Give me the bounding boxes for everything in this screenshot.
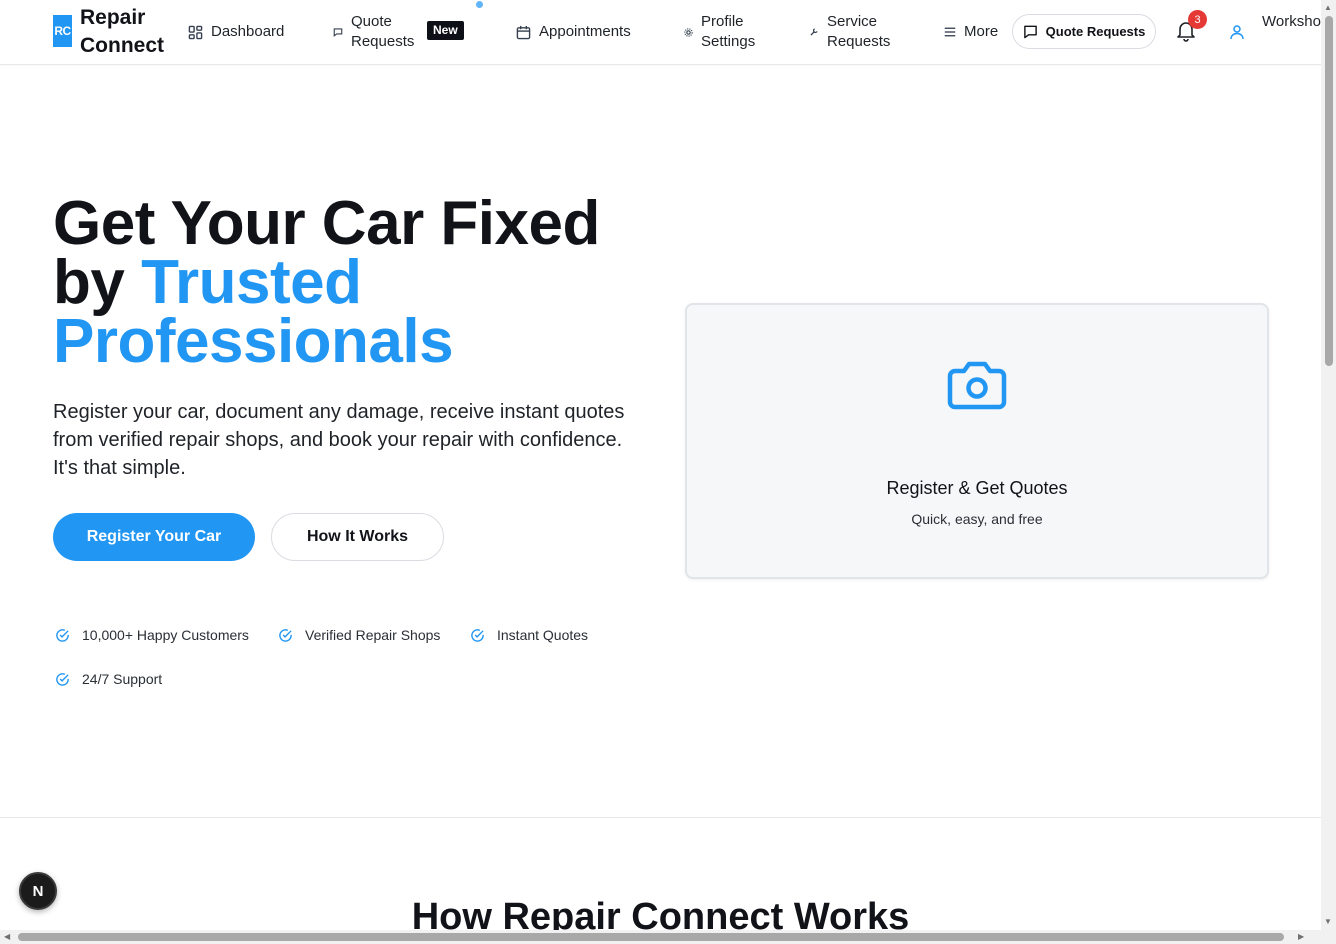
camera-icon xyxy=(946,360,1008,412)
logo-text[interactable]: Repair Connect xyxy=(80,4,180,60)
register-car-button[interactable]: Register Your Car xyxy=(53,513,255,561)
scroll-left-arrow-icon[interactable]: ◀ xyxy=(4,933,10,941)
dev-tools-button[interactable]: N xyxy=(19,872,57,910)
nav-dashboard[interactable]: Dashboard xyxy=(187,22,284,42)
message-icon xyxy=(333,24,343,40)
feature-label: Verified Repair Shops xyxy=(305,627,441,643)
nav-quote-requests-label: Quote Requests xyxy=(351,13,415,50)
horizontal-scrollbar-thumb[interactable] xyxy=(18,933,1284,941)
user-menu-label[interactable]: Worksho 3 xyxy=(1262,12,1330,32)
top-navbar: RC Repair Connect Dashboard Quote Reques… xyxy=(0,0,1330,65)
scroll-right-arrow-icon[interactable]: ▶ xyxy=(1298,933,1304,941)
card-subtitle: Quick, easy, and free xyxy=(911,511,1043,527)
check-circle-icon xyxy=(55,628,70,643)
nav-more-label: More xyxy=(964,23,999,40)
nav-profile-settings[interactable]: Profile Settings xyxy=(683,12,761,52)
hero-description: Register your car, document any damage, … xyxy=(53,401,625,479)
check-circle-icon xyxy=(55,672,70,687)
nav-quote-requests[interactable]: Quote Requests xyxy=(333,12,421,52)
scroll-down-arrow-icon[interactable]: ▼ xyxy=(1324,918,1332,926)
indicator-dot xyxy=(476,1,483,8)
wrench-icon xyxy=(809,24,819,40)
scroll-up-arrow-icon[interactable]: ▲ xyxy=(1324,4,1332,12)
logo-badge[interactable]: RC xyxy=(53,15,72,47)
logo-text-label: Repair Connect xyxy=(80,6,164,57)
user-icon[interactable] xyxy=(1230,24,1246,40)
feature-item: Instant Quotes xyxy=(470,626,588,644)
nav-service-requests-label: Service Requests xyxy=(827,13,891,50)
nav-appointments-label: Appointments xyxy=(539,23,631,40)
nav-service-requests[interactable]: Service Requests xyxy=(809,12,897,52)
menu-icon xyxy=(944,24,956,40)
nav-profile-settings-label: Profile Settings xyxy=(701,13,756,50)
feature-label: 10,000+ Happy Customers xyxy=(82,627,249,643)
how-it-works-button[interactable]: How It Works xyxy=(271,513,444,561)
nav-more[interactable]: More xyxy=(944,22,998,42)
quote-requests-button[interactable]: Quote Requests xyxy=(1012,14,1156,49)
check-circle-icon xyxy=(278,628,293,643)
section-divider xyxy=(0,817,1321,818)
hero-title: Get Your Car Fixed by Trusted Profession… xyxy=(53,193,673,373)
notification-badge: 3 xyxy=(1188,10,1207,29)
quote-requests-button-label: Quote Requests xyxy=(1045,24,1146,39)
chat-icon xyxy=(1023,24,1038,39)
calendar-icon xyxy=(515,24,531,40)
vertical-scrollbar-thumb[interactable] xyxy=(1325,16,1333,366)
feature-item: 10,000+ Happy Customers xyxy=(55,626,249,644)
feature-item: Verified Repair Shops xyxy=(278,626,440,644)
register-quotes-card xyxy=(685,303,1269,579)
card-title: Register & Get Quotes xyxy=(886,478,1068,498)
nav-appointments[interactable]: Appointments xyxy=(515,22,631,42)
grid-icon xyxy=(187,24,203,40)
nav-dashboard-label: Dashboard xyxy=(211,23,285,40)
feature-item: 24/7 Support xyxy=(55,670,162,688)
feature-label: 24/7 Support xyxy=(82,671,163,687)
new-badge: New xyxy=(427,21,464,40)
check-circle-icon xyxy=(470,628,485,643)
gear-icon xyxy=(683,24,693,40)
feature-label: Instant Quotes xyxy=(497,627,589,643)
